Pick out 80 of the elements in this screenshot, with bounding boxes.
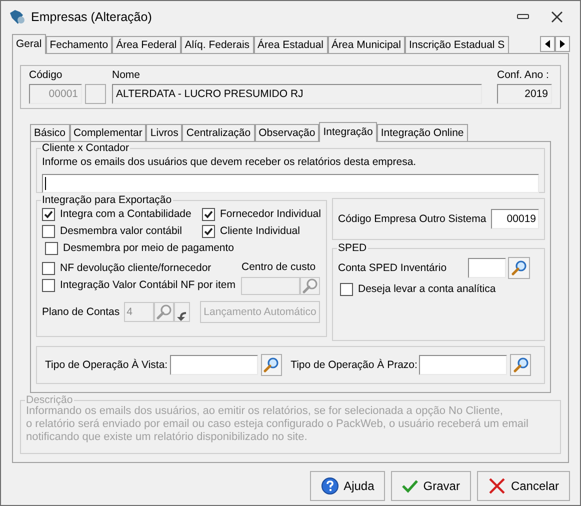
tab[interactable]: Inscrição Estadual S	[404, 36, 509, 53]
return-button[interactable]	[174, 302, 190, 322]
field-label: Conf. Ano :	[497, 69, 550, 82]
sped-account-field[interactable]	[468, 258, 506, 278]
cancel-button[interactable]: Cancelar	[476, 471, 570, 501]
checkbox-label: Cliente Individual	[220, 225, 300, 238]
minimize-icon[interactable]	[517, 14, 529, 20]
description-text: Informando os emails dos usuários, ao emitir os relatórios, se for selecionada a opção No Cliente,	[26, 405, 504, 418]
name-field[interactable]: ALTERDATA - LUCRO PRESUMIDO RJ	[112, 84, 482, 104]
checkbox[interactable]	[202, 208, 215, 221]
checkbox-label: Deseja levar a conta analítica	[358, 283, 496, 296]
scroll-left-button[interactable]	[540, 36, 555, 52]
check-icon	[402, 479, 418, 493]
checkbox[interactable]	[42, 279, 55, 292]
tab[interactable]: Observação	[254, 124, 320, 141]
search-button[interactable]	[510, 354, 532, 376]
field-label: Código Empresa Outro Sistema	[338, 212, 486, 226]
tab[interactable]: Fechamento	[46, 36, 112, 53]
checkbox-label: Desmembra valor contábil	[60, 225, 182, 238]
tab[interactable]: Integração Online	[376, 124, 468, 141]
operation-type-field[interactable]	[419, 355, 508, 375]
search-icon	[510, 260, 527, 276]
field-label: Conta SPED Inventário	[338, 262, 448, 274]
save-button[interactable]: Gravar	[391, 471, 471, 501]
checkbox[interactable]	[42, 262, 55, 275]
tab[interactable]: Área Federal	[112, 36, 181, 53]
checkbox[interactable]	[45, 242, 58, 255]
email-field[interactable]	[42, 174, 539, 193]
tab[interactable]: Livros	[146, 124, 182, 141]
search-button[interactable]	[260, 354, 282, 376]
description-text: o relatório será enviado por email ou caso esteja configurado o PackWeb, o usuário receberá um email	[26, 418, 530, 431]
left-arrow-icon	[545, 40, 550, 48]
checkbox-label: Integração Valor Contábil NF por item	[60, 279, 236, 292]
check-icon	[44, 210, 53, 219]
checkbox[interactable]	[340, 283, 353, 296]
group-title: SPED	[336, 242, 368, 254]
search-button[interactable]	[508, 257, 530, 279]
checkbox[interactable]	[202, 225, 215, 238]
group-title: Cliente x Contador	[41, 142, 130, 154]
search-icon	[263, 357, 280, 373]
scroll-right-button[interactable]	[555, 36, 570, 52]
checkbox[interactable]	[42, 208, 55, 221]
group-title: Descrição	[25, 394, 74, 406]
checkbox-label: Desmembra por meio de pagamento	[63, 242, 234, 255]
checkbox-label: Integra com a Contabilidade	[60, 208, 192, 221]
search-icon	[512, 357, 529, 373]
checkbox-label: NF devolução cliente/fornecedor	[60, 262, 212, 275]
field-label: Centro de custo	[241, 261, 317, 274]
help-icon	[320, 477, 339, 495]
tab[interactable]: Área Municipal	[328, 36, 405, 53]
group-title: Integração para Exportação	[41, 194, 173, 206]
field-label: Nome	[112, 69, 142, 82]
tab[interactable]: Complementar	[70, 124, 146, 141]
other-system-code-field[interactable]: 00019	[491, 209, 539, 229]
checkbox[interactable]	[42, 225, 55, 238]
tab[interactable]: Básico	[30, 124, 70, 141]
field-label: Tipo de Operação À Prazo:	[290, 358, 418, 372]
tab[interactable]: Área Estadual	[254, 36, 328, 53]
operation-type-field[interactable]	[170, 355, 258, 375]
field-label: Plano de Contas	[42, 306, 120, 318]
tab[interactable]: Centralização	[182, 124, 255, 141]
search-icon	[302, 278, 318, 294]
close-icon	[488, 477, 506, 495]
close-icon[interactable]	[551, 11, 563, 23]
search-icon	[156, 304, 172, 320]
year-field[interactable]: 2019	[497, 84, 552, 104]
app-icon	[8, 9, 26, 25]
right-arrow-icon	[560, 40, 565, 48]
search-button[interactable]	[300, 277, 320, 295]
help-button[interactable]: Ajuda	[310, 471, 386, 501]
tab[interactable]: Integração	[319, 122, 377, 142]
description-text: notificando que existe um relatório disponibilizado no site.	[26, 431, 308, 444]
instruction-text: Informe os emails dos usuários que devem receber os relatórios desta empresa.	[42, 156, 418, 169]
field-label: Código	[29, 69, 64, 82]
curved-arrow-icon	[176, 311, 188, 321]
field-label: Tipo de Operação À Vista:	[45, 358, 168, 372]
tab[interactable]: Geral	[12, 34, 46, 54]
window-title: Empresas (Alteração)	[31, 10, 152, 24]
tab[interactable]: Alíq. Federais	[180, 36, 254, 53]
checkbox-label: Fornecedor Individual	[220, 208, 321, 221]
